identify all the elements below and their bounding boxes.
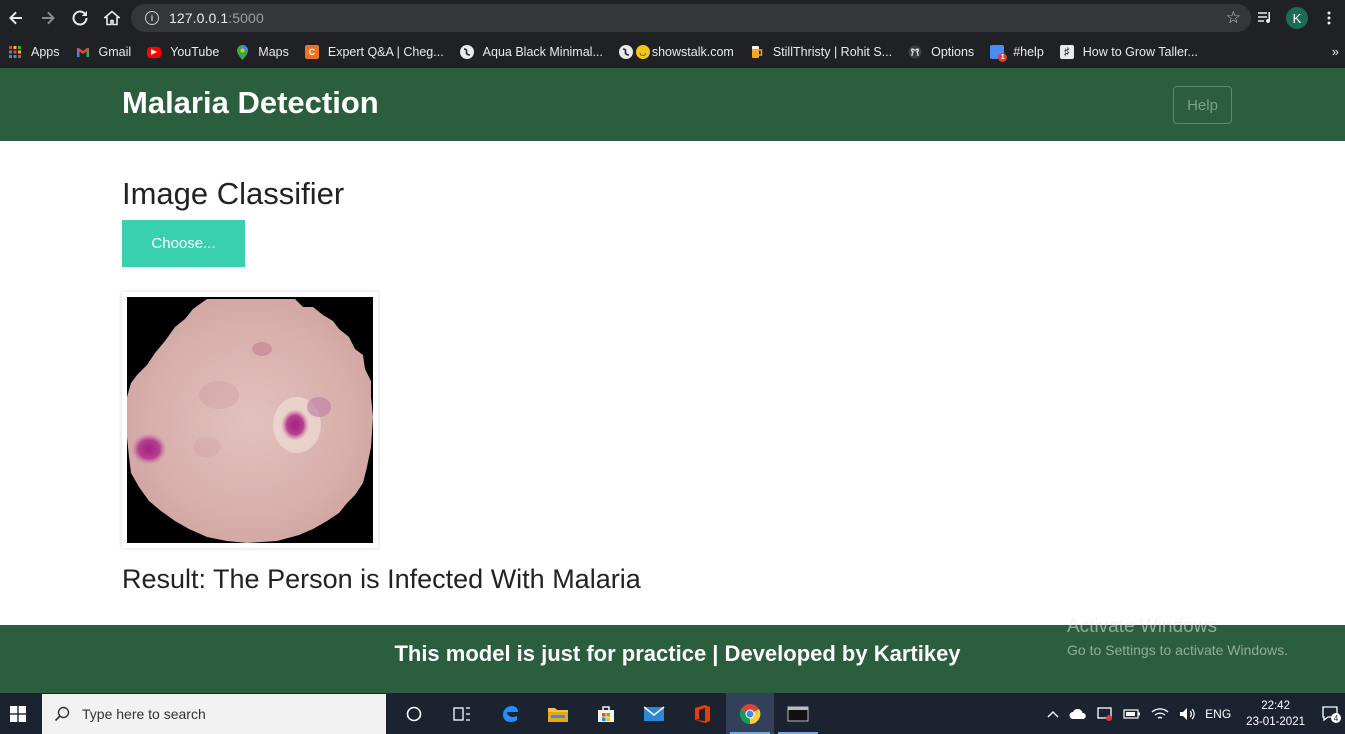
chrome-icon[interactable] — [726, 693, 774, 734]
bookmarks-overflow-icon[interactable]: » — [1332, 44, 1339, 59]
bookmark-stillthristy[interactable]: StillThristy | Rohit S... — [750, 45, 892, 59]
youtube-icon — [147, 46, 162, 58]
apps-grid-icon — [8, 45, 22, 59]
office-icon[interactable] — [678, 693, 726, 734]
profile-avatar[interactable]: K — [1281, 7, 1313, 29]
search-icon — [54, 706, 70, 722]
bookmark-label: Gmail — [98, 45, 132, 59]
volume-icon[interactable] — [1179, 707, 1195, 721]
bookmark-apps[interactable]: Apps — [8, 45, 60, 59]
page-title: Image Classifier — [122, 176, 345, 211]
bookmark-label: StillThristy | Rohit S... — [772, 45, 893, 59]
microsoft-store-icon[interactable] — [582, 693, 630, 734]
display-settings-icon[interactable] — [1097, 706, 1113, 722]
menu-kebab-icon[interactable] — [1313, 11, 1345, 25]
github-icon — [908, 45, 922, 59]
avatar-initial: K — [1286, 7, 1308, 29]
beer-icon — [750, 45, 764, 59]
reload-icon[interactable] — [64, 0, 96, 36]
bookmark-label: Maps — [258, 45, 289, 59]
bookmark-showstalk[interactable]: ◡ showstalk.com — [618, 45, 734, 59]
main-content: Image Classifier Choose... Result: The P… — [0, 141, 1345, 625]
url-host: 127.0.0.1 — [169, 10, 229, 26]
hashnode-icon: ♯ — [1059, 45, 1074, 59]
forward-icon[interactable] — [32, 0, 64, 36]
bookmark-label: YouTube — [170, 45, 220, 59]
bookmark-label: showstalk.com — [651, 45, 734, 59]
taskbar-apps — [390, 693, 822, 734]
language-indicator[interactable]: ENG — [1205, 707, 1231, 721]
toolbar-right: K — [1249, 0, 1345, 36]
onedrive-cloud-icon[interactable] — [1069, 708, 1087, 720]
bookmark-label: Options — [931, 45, 975, 59]
bookmark-help[interactable]: 1 #help — [990, 45, 1044, 62]
badge-icon: 1 — [998, 53, 1008, 62]
bookmark-label: Expert Q&A | Cheg... — [327, 45, 444, 59]
system-tray: ENG 22:42 23-01-2021 4 — [1042, 693, 1345, 734]
watermark-subtitle: Go to Settings to activate Windows. — [1067, 642, 1288, 658]
bookmark-options[interactable]: Options — [908, 45, 974, 59]
notification-count: 4 — [1334, 714, 1339, 723]
result-text: Result: The Person is Infected With Mala… — [122, 564, 641, 594]
site-navbar: Malaria Detection Help — [0, 68, 1345, 141]
bookmark-label: Aqua Black Minimal... — [482, 45, 603, 59]
bookmark-aqua-black[interactable]: Aqua Black Minimal... — [459, 45, 603, 59]
site-info-icon[interactable]: i — [145, 11, 159, 25]
search-placeholder: Type here to search — [82, 706, 206, 722]
sunglasses-emoji-icon: ◡ — [635, 45, 650, 59]
action-center-icon[interactable]: 4 — [1317, 705, 1345, 723]
watermark-title: Activate Windows — [1067, 616, 1217, 637]
task-view-icon[interactable] — [438, 693, 486, 734]
help-button[interactable]: Help — [1173, 86, 1232, 124]
image-preview — [122, 292, 378, 548]
url-port: :5000 — [228, 10, 264, 26]
globe-icon — [459, 45, 474, 59]
terminal-icon[interactable] — [774, 693, 822, 734]
media-queue-icon[interactable] — [1249, 11, 1281, 25]
bookmark-star-icon[interactable]: ☆ — [1226, 9, 1241, 27]
home-icon[interactable] — [96, 0, 128, 36]
file-explorer-icon[interactable] — [534, 693, 582, 734]
brand-title[interactable]: Malaria Detection — [122, 85, 379, 121]
url-text: 127.0.0.1:5000 — [169, 10, 264, 26]
back-icon[interactable] — [0, 0, 32, 36]
address-bar[interactable]: i 127.0.0.1:5000 ☆ — [131, 4, 1251, 32]
bookmark-gmail[interactable]: Gmail — [76, 45, 132, 59]
edge-icon[interactable] — [486, 693, 534, 734]
cortana-icon[interactable] — [390, 693, 438, 734]
help-tag-icon: 1 — [990, 45, 1008, 62]
browser-toolbar: i 127.0.0.1:5000 ☆ K — [0, 0, 1345, 36]
bookmark-chegg[interactable]: C Expert Q&A | Cheg... — [304, 45, 444, 59]
clock-time: 22:42 — [1261, 699, 1290, 712]
activate-windows-watermark: Activate Windows Go to Settings to activ… — [1067, 616, 1288, 658]
bookmark-maps[interactable]: Maps — [235, 44, 289, 60]
cell-image — [127, 297, 373, 543]
bookmark-label: #help — [1013, 45, 1044, 59]
show-hidden-icons-chevron-icon[interactable] — [1047, 710, 1059, 718]
mail-icon[interactable] — [630, 693, 678, 734]
bookmark-label: Apps — [31, 45, 60, 59]
windows-taskbar: Type here to search ENG 22:42 23-01-2021… — [0, 693, 1345, 734]
choose-file-button[interactable]: Choose... — [122, 220, 245, 267]
bookmark-label: How to Grow Taller... — [1082, 45, 1198, 59]
clock-date: 23-01-2021 — [1246, 715, 1305, 728]
bookmark-youtube[interactable]: YouTube — [147, 45, 219, 59]
maps-icon — [235, 44, 249, 60]
system-clock[interactable]: 22:42 23-01-2021 — [1246, 698, 1305, 730]
start-windows-icon[interactable] — [0, 693, 36, 734]
battery-icon[interactable] — [1123, 708, 1141, 719]
globe-icon — [618, 45, 633, 59]
chegg-icon: C — [304, 45, 319, 59]
gmail-icon — [76, 45, 90, 59]
taskbar-search-box[interactable]: Type here to search — [42, 694, 386, 734]
bookmarks-bar: Apps Gmail YouTube Maps C Expert Q&A | Ch… — [0, 36, 1345, 68]
bookmark-grow-taller[interactable]: ♯ How to Grow Taller... — [1059, 45, 1198, 59]
wifi-icon[interactable] — [1151, 707, 1169, 721]
